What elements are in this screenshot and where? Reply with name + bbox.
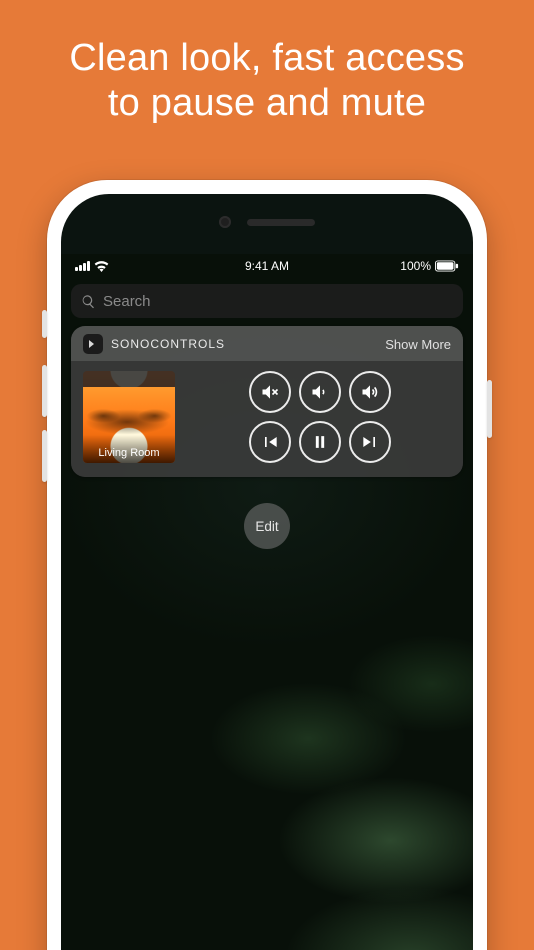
widget-header: SONOCONTROLS Show More	[71, 326, 463, 361]
room-label: Living Room	[83, 435, 175, 463]
edit-button[interactable]: Edit	[244, 503, 290, 549]
battery-icon	[435, 260, 459, 272]
phone-bezel: 9:41 AM 100%	[61, 194, 473, 950]
status-left	[75, 261, 109, 272]
edit-label: Edit	[255, 519, 278, 534]
phone-sensor-bar	[219, 216, 315, 228]
phone-volume-up-button	[42, 365, 47, 417]
battery-percentage: 100%	[400, 259, 431, 273]
volume-badge: 15	[85, 373, 104, 386]
search-wrap	[71, 284, 463, 318]
next-track-button[interactable]	[349, 421, 391, 463]
pause-button[interactable]	[299, 421, 341, 463]
phone-screen: 9:41 AM 100%	[61, 254, 473, 950]
status-time: 9:41 AM	[245, 259, 289, 273]
cellular-signal-icon	[75, 261, 90, 271]
headline-line-2: to pause and mute	[108, 82, 426, 124]
phone-power-button	[487, 380, 492, 438]
headline-line-1: Clean look, fast access	[69, 37, 464, 79]
phone-volume-down-button	[42, 430, 47, 482]
earpiece-icon	[247, 219, 315, 226]
previous-track-button[interactable]	[249, 421, 291, 463]
phone-frame: 9:41 AM 100%	[47, 180, 487, 950]
playback-controls	[189, 371, 451, 463]
sonocontrols-widget: SONOCONTROLS Show More 15 Living Room	[71, 326, 463, 477]
status-bar: 9:41 AM 100%	[61, 254, 473, 278]
album-art[interactable]: 15 Living Room	[83, 371, 175, 463]
show-more-button[interactable]: Show More	[385, 337, 451, 352]
promo-headline: Clean look, fast access to pause and mut…	[0, 0, 534, 126]
search-input[interactable]	[103, 293, 453, 310]
front-camera-icon	[219, 216, 231, 228]
wifi-icon	[94, 261, 109, 272]
search-icon	[81, 294, 96, 309]
search-bar[interactable]	[71, 284, 463, 318]
phone-mute-switch	[42, 310, 47, 338]
volume-down-button[interactable]	[299, 371, 341, 413]
app-icon	[83, 334, 103, 354]
volume-up-button[interactable]	[349, 371, 391, 413]
widget-body: 15 Living Room	[71, 361, 463, 477]
mute-button[interactable]	[249, 371, 291, 413]
widget-title: SONOCONTROLS	[111, 337, 225, 351]
status-right: 100%	[400, 259, 459, 273]
